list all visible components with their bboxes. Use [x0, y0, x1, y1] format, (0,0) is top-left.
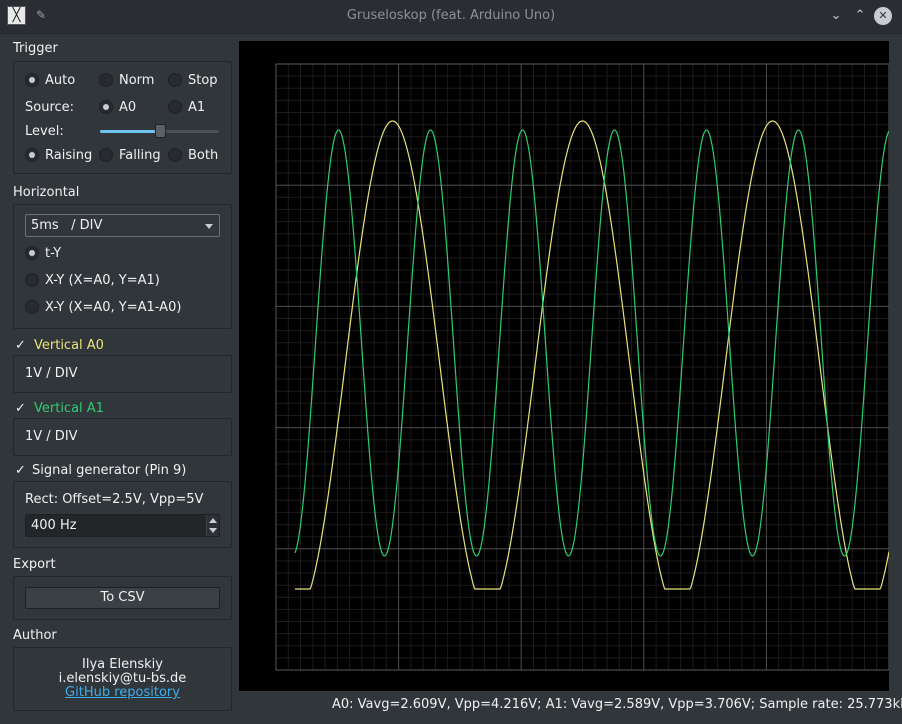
horizontal-mode-ty-label[interactable]: t-Y — [45, 246, 61, 261]
close-button[interactable]: ✕ — [874, 7, 892, 25]
window-titlebar: ╳ ✎ Gruseloskop (feat. Arduino Uno) ⌄ ⌃ … — [0, 0, 902, 34]
oscilloscope-display[interactable] — [239, 41, 890, 691]
vertical-a1-checkbox[interactable]: ✓ — [14, 402, 27, 415]
trigger-source-a1-label[interactable]: A1 — [188, 100, 205, 115]
horizontal-mode-xy-diff-radio[interactable] — [25, 300, 39, 314]
trigger-mode-norm-radio[interactable] — [99, 73, 113, 87]
signal-generator-checkbox[interactable]: ✓ — [14, 464, 27, 477]
frequency-spinbox[interactable]: 400 Hz — [25, 514, 220, 537]
spin-arrows[interactable] — [206, 515, 219, 536]
maximize-button[interactable]: ⌃ — [850, 6, 870, 26]
frequency-value[interactable]: 400 Hz — [31, 518, 77, 533]
trigger-source-a0-label[interactable]: A0 — [119, 100, 136, 115]
minor-grid — [275, 63, 890, 671]
trigger-edge-falling-radio[interactable] — [99, 148, 113, 162]
trigger-edge-raising-radio[interactable] — [25, 148, 39, 162]
timebase-select[interactable]: 5ms / DIV — [25, 214, 220, 237]
horizontal-mode-ty-radio[interactable] — [25, 246, 39, 260]
horizontal-mode-xy-radio[interactable] — [25, 273, 39, 287]
trigger-mode-auto-label[interactable]: Auto — [45, 73, 75, 88]
trigger-source-a0-radio[interactable] — [99, 100, 113, 114]
window-title: Gruseloskop (feat. Arduino Uno) — [346, 8, 556, 23]
oscilloscope-plot — [275, 63, 890, 671]
trigger-level-fill — [100, 130, 156, 133]
vertical-a0-title[interactable]: Vertical A0 — [34, 338, 104, 353]
trigger-mode-auto-radio[interactable] — [25, 73, 39, 87]
trigger-level-handle[interactable] — [155, 124, 166, 138]
trigger-level-label: Level: — [25, 124, 64, 139]
author-link-row: GitHub repository — [13, 685, 232, 700]
github-repository-link[interactable]: GitHub repository — [65, 685, 180, 700]
horizontal-mode-xy-label[interactable]: X-Y (X=A0, Y=A1) — [45, 273, 160, 288]
signal-generator-title[interactable]: Signal generator (Pin 9) — [32, 463, 186, 478]
trigger-mode-stop-radio[interactable] — [168, 73, 182, 87]
export-group-title: Export — [13, 557, 56, 572]
trigger-mode-norm-label[interactable]: Norm — [119, 73, 154, 88]
vertical-a0-scale: 1V / DIV — [25, 366, 78, 381]
trigger-edge-both-radio[interactable] — [168, 148, 182, 162]
trigger-source-label: Source: — [25, 100, 75, 115]
trigger-edge-raising-label[interactable]: Raising — [45, 148, 92, 163]
export-csv-button[interactable]: To CSV — [25, 587, 220, 609]
trigger-mode-stop-label[interactable]: Stop — [188, 73, 218, 88]
spin-down-icon[interactable] — [209, 528, 217, 533]
minimize-button[interactable]: ⌄ — [826, 6, 846, 26]
trigger-edge-both-label[interactable]: Both — [188, 148, 218, 163]
author-name: Ilya Elenskiy — [82, 657, 163, 672]
spin-up-icon[interactable] — [209, 518, 217, 523]
author-email: i.elenskiy@tu-bs.de — [58, 671, 187, 686]
horizontal-group-title: Horizontal — [13, 185, 80, 200]
trigger-group-title: Trigger — [13, 41, 58, 56]
status-bar: A0: Vavg=2.609V, Vpp=4.216V; A1: Vavg=2.… — [332, 697, 902, 712]
author-group-title: Author — [13, 628, 57, 643]
vertical-a0-checkbox[interactable]: ✓ — [14, 339, 27, 352]
chevron-down-icon — [205, 224, 213, 229]
timebase-value: 5ms / DIV — [31, 218, 103, 233]
signal-generator-description: Rect: Offset=2.5V, Vpp=5V — [25, 492, 204, 507]
vertical-a1-title[interactable]: Vertical A1 — [34, 401, 104, 416]
trigger-source-a1-radio[interactable] — [168, 100, 182, 114]
horizontal-mode-xy-diff-label[interactable]: X-Y (X=A0, Y=A1-A0) — [45, 300, 181, 315]
trigger-edge-falling-label[interactable]: Falling — [119, 148, 161, 163]
vertical-a1-scale: 1V / DIV — [25, 429, 78, 444]
